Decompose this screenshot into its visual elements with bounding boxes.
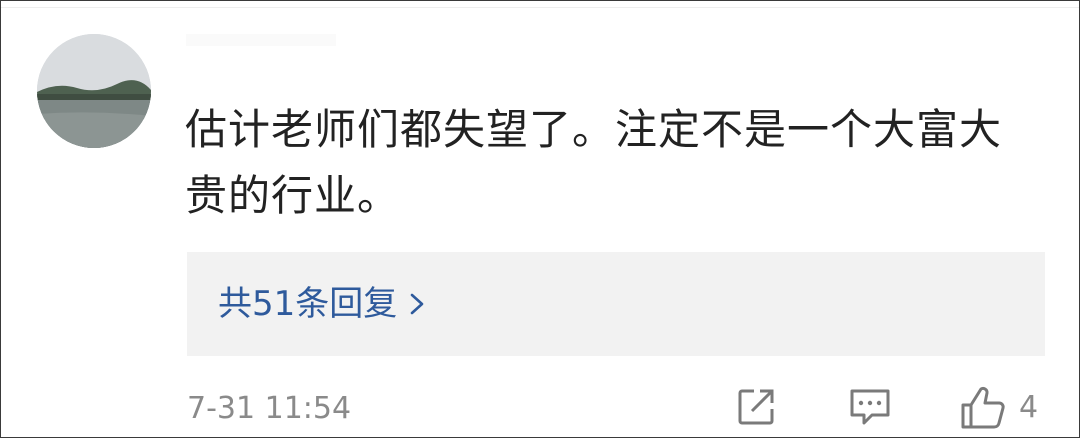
comment-timestamp: 7-31 11:54 (187, 391, 352, 426)
comment-card: 估计老师们都失望了。注定不是一个大富大贵的行业。 共51条回复 7-31 11:… (0, 0, 1080, 438)
comment-icon (850, 389, 890, 425)
like-count: 4 (1019, 390, 1039, 425)
view-replies-link[interactable]: 共51条回复 (218, 282, 425, 326)
chevron-right-icon (410, 293, 424, 315)
like-button[interactable]: 4 (959, 385, 1038, 431)
replies-label: 共51条回复 (218, 284, 398, 324)
avatar-landscape-image (37, 34, 151, 148)
comment-text: 估计老师们都失望了。注定不是一个大富大贵的行业。 (185, 105, 1003, 220)
avatar[interactable] (37, 34, 151, 148)
divider (1, 7, 1079, 8)
reply-button[interactable] (848, 385, 892, 429)
share-button[interactable] (734, 385, 778, 429)
share-icon (738, 389, 774, 425)
username-area (186, 34, 336, 46)
replies-box[interactable]: 共51条回复 (187, 252, 1045, 356)
thumbs-up-icon (961, 386, 1005, 429)
